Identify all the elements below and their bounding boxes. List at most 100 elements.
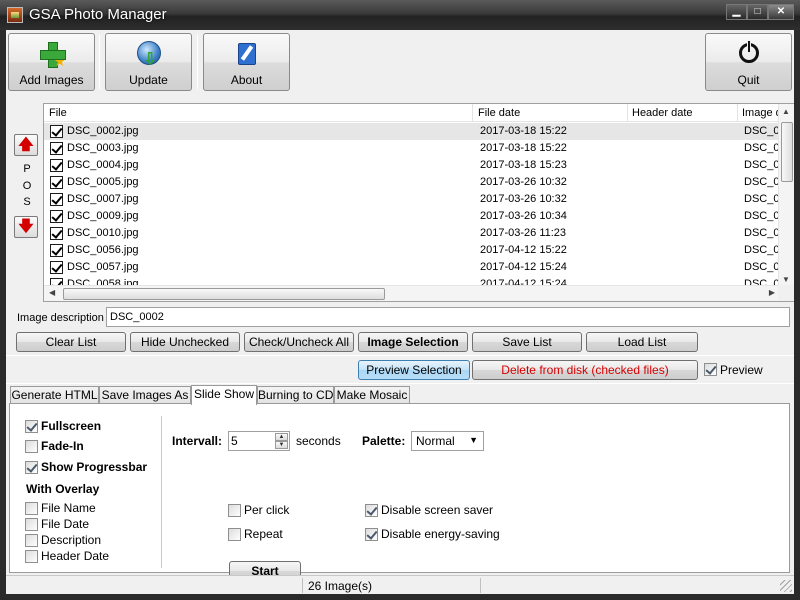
repeat-checkbox[interactable] bbox=[228, 528, 241, 541]
disable-energy-saving-checkbox[interactable] bbox=[365, 528, 378, 541]
clear-list-button[interactable]: Clear List bbox=[16, 332, 126, 352]
quit-label: Quit bbox=[737, 73, 760, 87]
row-checkbox[interactable] bbox=[50, 142, 63, 155]
overlay-file-name-checkbox[interactable] bbox=[25, 502, 38, 515]
hide-unchecked-button[interactable]: Hide Unchecked bbox=[130, 332, 240, 352]
vertical-scrollbar[interactable]: ▲ ▼ bbox=[778, 104, 794, 287]
row-image-description: DSC_00 bbox=[744, 193, 780, 205]
separator-line bbox=[6, 383, 794, 384]
column-separator[interactable] bbox=[737, 104, 738, 122]
scroll-right-arrow-icon[interactable]: ▶ bbox=[769, 288, 775, 297]
fullscreen-checkbox[interactable] bbox=[25, 420, 38, 433]
file-list[interactable]: File File date Header date Image de DSC_… bbox=[43, 103, 794, 302]
image-description-input[interactable] bbox=[106, 307, 790, 327]
overlay-file-date-checkbox[interactable] bbox=[25, 518, 38, 531]
close-button[interactable]: ✕ bbox=[768, 4, 794, 20]
row-checkbox[interactable] bbox=[50, 125, 63, 138]
overlay-description-checkbox[interactable] bbox=[25, 534, 38, 547]
column-header-header-date[interactable]: Header date bbox=[632, 107, 693, 119]
table-row[interactable]: DSC_0003.jpg 2017-03-18 15:22 DSC_00 bbox=[44, 140, 780, 157]
about-button[interactable]: About bbox=[203, 33, 290, 91]
row-image-description: DSC_00 bbox=[744, 176, 780, 188]
palette-select[interactable]: Normal ▼ bbox=[411, 431, 484, 451]
column-separator[interactable] bbox=[472, 104, 473, 122]
status-bar: 26 Image(s) bbox=[6, 575, 794, 594]
save-list-button[interactable]: Save List bbox=[472, 332, 582, 352]
interval-input[interactable] bbox=[231, 433, 273, 449]
table-row[interactable]: DSC_0009.jpg 2017-03-26 10:34 DSC_00 bbox=[44, 208, 780, 225]
row-file-date: 2017-03-18 15:22 bbox=[480, 142, 567, 154]
column-separator[interactable] bbox=[627, 104, 628, 122]
row-checkbox[interactable] bbox=[50, 261, 63, 274]
image-selection-button[interactable]: Image Selection bbox=[358, 332, 468, 352]
table-row[interactable]: DSC_0010.jpg 2017-03-26 11:23 DSC_00 bbox=[44, 225, 780, 242]
update-globe-icon: ⇩ bbox=[135, 40, 163, 68]
tab-make-mosaic[interactable]: Make Mosaic bbox=[334, 386, 410, 404]
row-image-description: DSC_00 bbox=[744, 210, 780, 222]
table-row[interactable]: DSC_0007.jpg 2017-03-26 10:32 DSC_00 bbox=[44, 191, 780, 208]
row-file-date: 2017-03-26 10:32 bbox=[480, 193, 567, 205]
column-header-file[interactable]: File bbox=[49, 107, 67, 119]
repeat-label: Repeat bbox=[244, 527, 283, 541]
row-file-name: DSC_0005.jpg bbox=[67, 176, 139, 188]
row-file-name: DSC_0009.jpg bbox=[67, 210, 139, 222]
scroll-down-arrow-icon[interactable]: ▼ bbox=[782, 275, 790, 284]
row-file-date: 2017-04-12 15:22 bbox=[480, 244, 567, 256]
table-row[interactable]: DSC_0002.jpg 2017-03-18 15:22 DSC_00 bbox=[44, 123, 780, 140]
horizontal-scrollbar[interactable]: ◀ ▶ bbox=[44, 285, 780, 301]
interval-spinner[interactable]: ▲ ▼ bbox=[228, 431, 290, 451]
update-button[interactable]: ⇩ Update bbox=[105, 33, 192, 91]
pos-label-s: S bbox=[23, 196, 31, 208]
maximize-button[interactable]: □ bbox=[747, 4, 768, 20]
overlay-header-date-checkbox[interactable] bbox=[25, 550, 38, 563]
load-list-button[interactable]: Load List bbox=[586, 332, 698, 352]
preview-selection-button[interactable]: Preview Selection bbox=[358, 360, 470, 380]
window-controls: ▁ □ ✕ bbox=[726, 4, 794, 20]
table-row[interactable]: DSC_0005.jpg 2017-03-26 10:32 DSC_00 bbox=[44, 174, 780, 191]
tab-save-images-as[interactable]: Save Images As bbox=[99, 386, 191, 404]
disable-screen-saver-checkbox[interactable] bbox=[365, 504, 378, 517]
column-header-image-description[interactable]: Image de bbox=[742, 107, 780, 119]
row-checkbox[interactable] bbox=[50, 176, 63, 189]
spin-up-icon[interactable]: ▲ bbox=[275, 433, 288, 441]
move-down-button[interactable]: 🡇 bbox=[14, 216, 38, 238]
scroll-up-arrow-icon[interactable]: ▲ bbox=[782, 107, 790, 116]
quit-button[interactable]: Quit bbox=[705, 33, 792, 91]
delete-from-disk-button[interactable]: Delete from disk (checked files) bbox=[472, 360, 698, 380]
per-click-label: Per click bbox=[244, 503, 290, 517]
tab-burning-to-cd[interactable]: Burning to CD bbox=[257, 386, 334, 404]
row-image-description: DSC_00 bbox=[744, 142, 780, 154]
add-images-button[interactable]: ★ Add Images bbox=[8, 33, 95, 91]
spin-down-icon[interactable]: ▼ bbox=[275, 441, 288, 449]
row-file-date: 2017-03-26 10:34 bbox=[480, 210, 567, 222]
resize-grip-icon[interactable] bbox=[780, 580, 792, 592]
row-checkbox[interactable] bbox=[50, 227, 63, 240]
move-up-button[interactable]: 🡅 bbox=[14, 134, 38, 156]
show-progressbar-label: Show Progressbar bbox=[41, 460, 148, 474]
row-checkbox[interactable] bbox=[50, 210, 63, 223]
minimize-button[interactable]: ▁ bbox=[726, 4, 747, 20]
row-image-description: DSC_00 bbox=[744, 244, 780, 256]
show-progressbar-checkbox[interactable] bbox=[25, 461, 38, 474]
row-checkbox[interactable] bbox=[50, 244, 63, 257]
check-uncheck-all-button[interactable]: Check/Uncheck All bbox=[244, 332, 354, 352]
column-header-file-date[interactable]: File date bbox=[478, 107, 520, 119]
scroll-left-arrow-icon[interactable]: ◀ bbox=[49, 288, 55, 297]
table-row[interactable]: DSC_0056.jpg 2017-04-12 15:22 DSC_00 bbox=[44, 242, 780, 259]
overlay-description-label: Description bbox=[41, 533, 102, 547]
fade-in-checkbox[interactable] bbox=[25, 440, 38, 453]
title-bar[interactable]: GSA Photo Manager ▁ □ ✕ bbox=[0, 0, 800, 30]
window-title: GSA Photo Manager bbox=[29, 6, 167, 23]
table-row[interactable]: DSC_0057.jpg 2017-04-12 15:24 DSC_00 bbox=[44, 259, 780, 276]
horizontal-scroll-thumb[interactable] bbox=[63, 288, 385, 300]
vertical-scroll-thumb[interactable] bbox=[781, 122, 793, 182]
tab-generate-html[interactable]: Generate HTML bbox=[10, 386, 99, 404]
table-row[interactable]: DSC_0004.jpg 2017-03-18 15:23 DSC_00 bbox=[44, 157, 780, 174]
row-checkbox[interactable] bbox=[50, 159, 63, 172]
preview-checkbox[interactable] bbox=[704, 363, 717, 376]
scrollbar-corner bbox=[778, 285, 794, 301]
row-checkbox[interactable] bbox=[50, 193, 63, 206]
pos-label-p: P bbox=[23, 163, 31, 175]
tab-slide-show[interactable]: Slide Show bbox=[191, 385, 257, 405]
per-click-checkbox[interactable] bbox=[228, 504, 241, 517]
